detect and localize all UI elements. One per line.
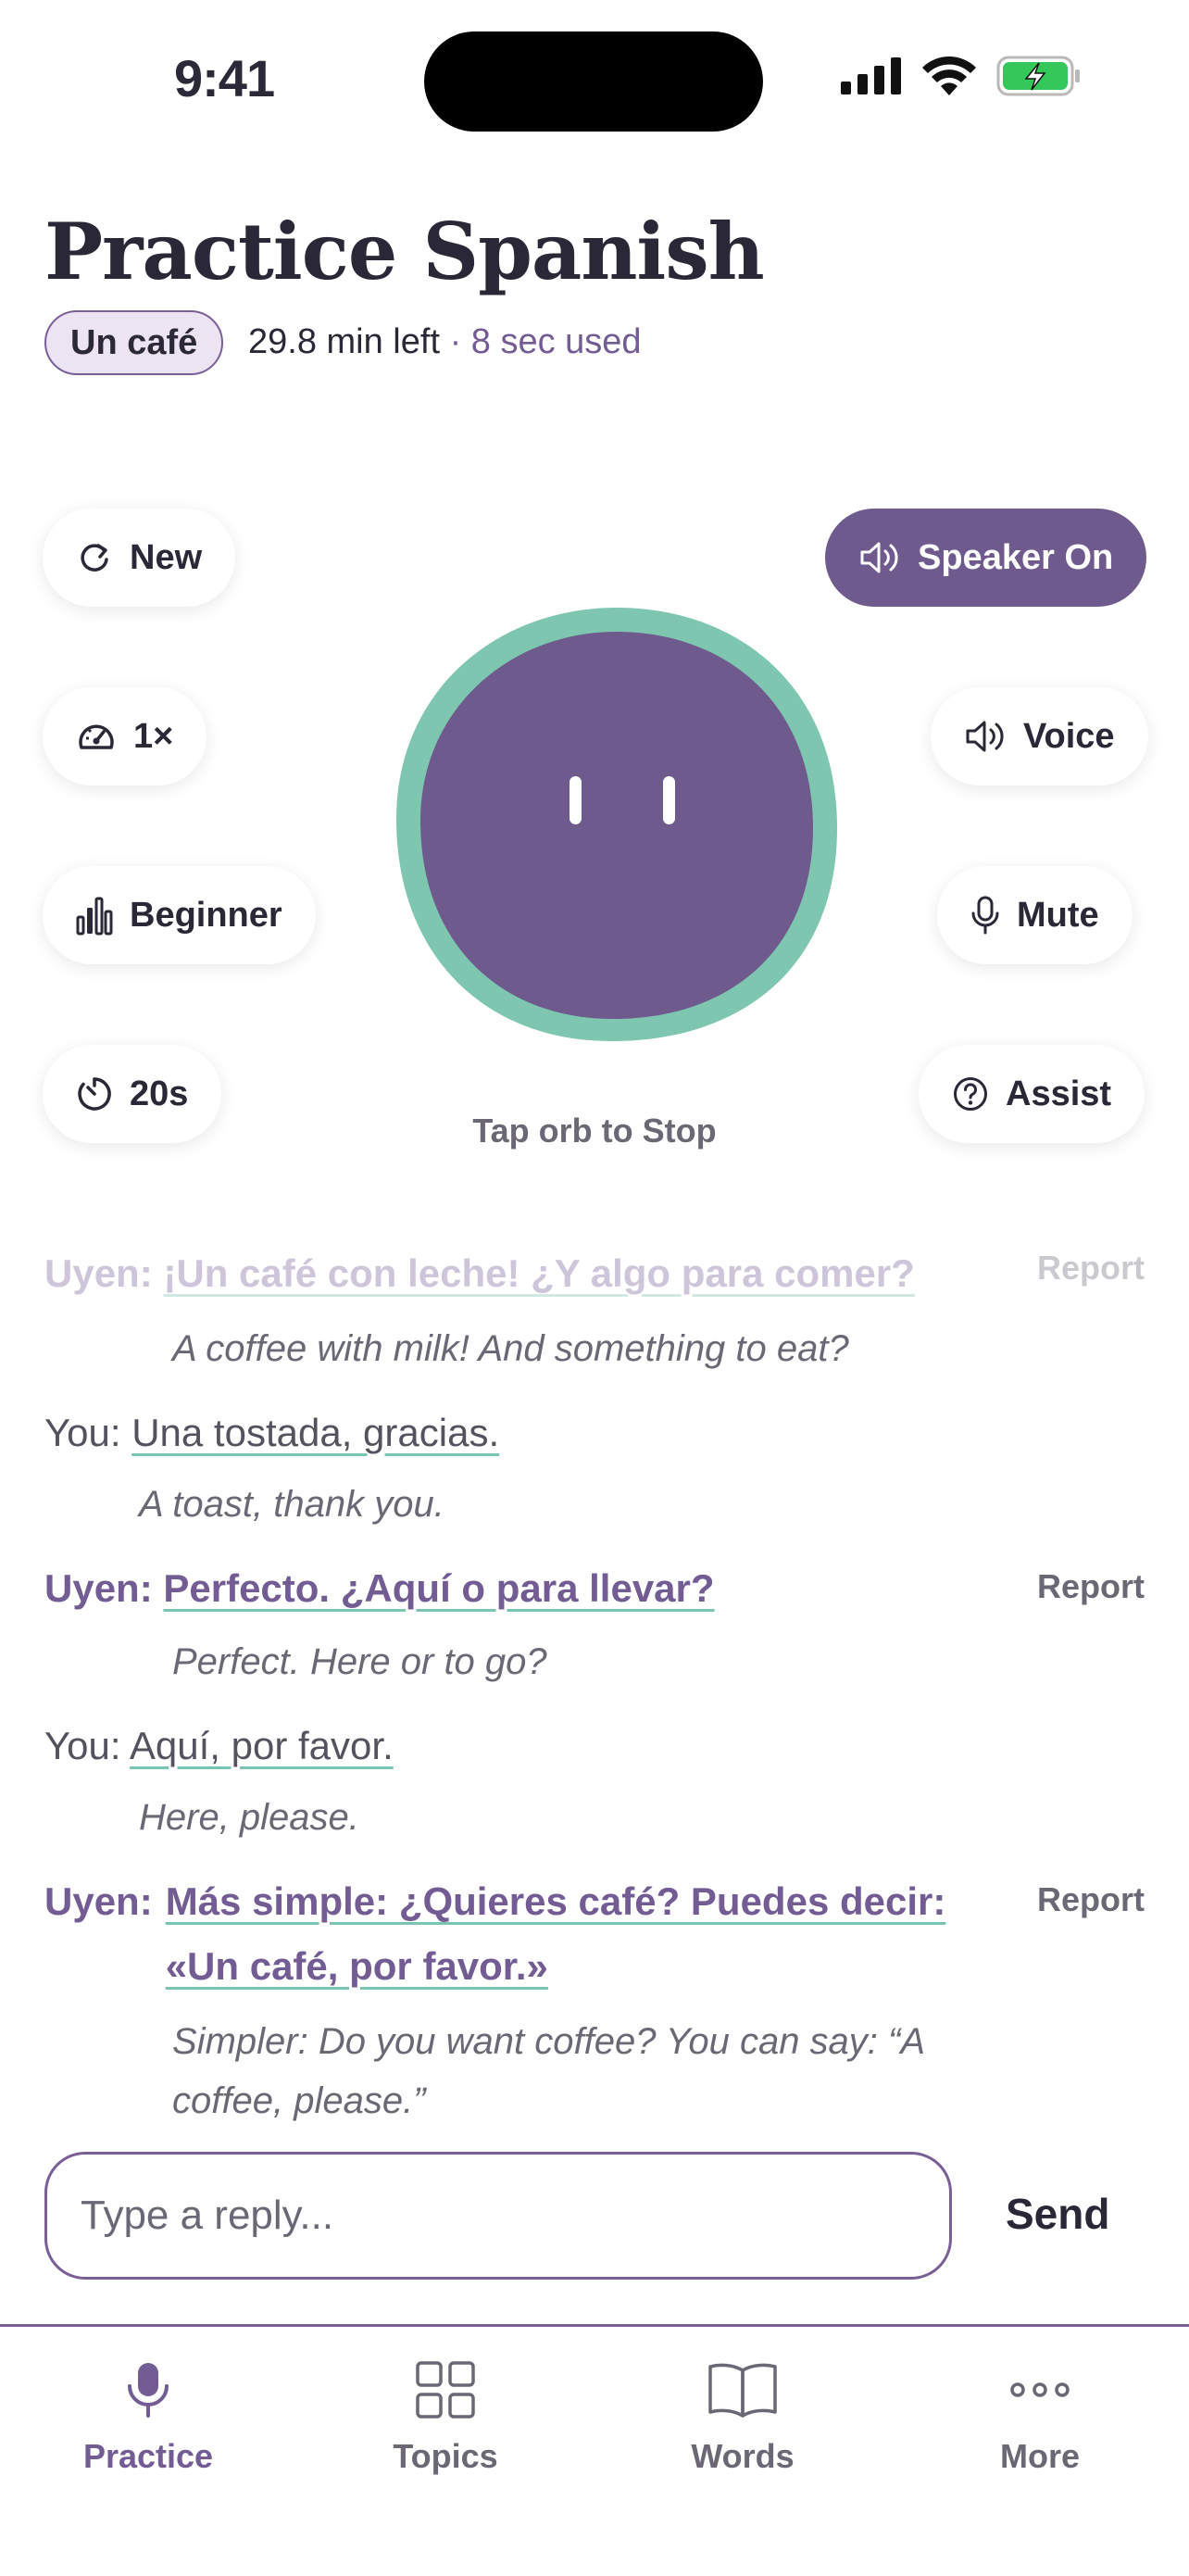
tab-words[interactable]: Words [641, 2357, 845, 2476]
tutor-message: Uyen: Más simple: ¿Quieres café? Puedes … [44, 1869, 1008, 1999]
level-button[interactable]: Beginner [43, 866, 316, 964]
tab-label: Topics [393, 2437, 498, 2475]
session-time-info: 29.8 min left · 8 sec used [248, 322, 642, 362]
speaker-label: Speaker On [918, 537, 1114, 577]
translation: Perfect. Here or to go? [172, 1641, 547, 1682]
speaker-icon [966, 721, 1004, 752]
timer-label: 20s [130, 1074, 189, 1113]
message-text[interactable]: Perfecto. ¿Aquí o para llevar? [163, 1566, 714, 1610]
tab-practice[interactable]: Practice [46, 2357, 250, 2476]
refresh-icon [81, 544, 108, 572]
separator: · [449, 322, 462, 361]
speed-button[interactable]: 1× [43, 687, 207, 785]
speaker-icon [860, 542, 898, 573]
assist-label: Assist [1006, 1074, 1112, 1113]
status-time: 9:41 [174, 49, 275, 107]
mute-button[interactable]: Mute [937, 866, 1133, 964]
message-text[interactable]: Una tostada, gracias. [131, 1411, 499, 1454]
cellular-signal-icon [841, 57, 901, 94]
orb-hint: Tap orb to Stop [472, 1112, 717, 1150]
speed-label: 1× [133, 716, 174, 756]
new-label: New [130, 537, 203, 577]
timer-icon [78, 1077, 111, 1111]
voice-orb[interactable] [393, 604, 841, 1045]
tab-topics[interactable]: Topics [344, 2357, 547, 2476]
time-left: 29.8 min left [248, 322, 440, 361]
speaker-name: Uyen: [44, 1566, 153, 1610]
page-title: Practice Spanish [44, 206, 765, 297]
message-text[interactable]: ¡Un café con leche! ¿Y algo para comer? [163, 1251, 914, 1295]
tab-label: More [999, 2437, 1080, 2475]
book-icon [708, 2363, 777, 2418]
translation: Simpler: Do you want coffee? You can say… [172, 2021, 924, 2121]
orb-eye-right [663, 776, 675, 824]
message-text[interactable]: Más simple: ¿Quieres café? Puedes decir:… [166, 1869, 962, 1999]
tutor-message: Uyen: Perfecto. ¿Aquí o para llevar? [44, 1556, 1008, 1621]
message-text[interactable]: Aquí, por favor. [130, 1724, 394, 1767]
topic-badge[interactable]: Un café [44, 310, 224, 375]
status-icons [841, 56, 1082, 96]
new-conversation-button[interactable]: New [43, 509, 236, 607]
speaker-name: Uyen: [44, 1879, 153, 1923]
bar-chart-icon [76, 897, 113, 936]
tab-label: Practice [82, 2437, 214, 2475]
user-message: You: Una tostada, gracias. [44, 1401, 1146, 1465]
ellipsis-icon [1010, 2382, 1070, 2397]
voice-button[interactable]: Voice [931, 687, 1148, 785]
translation: A coffee with milk! And something to eat… [172, 1328, 849, 1369]
report-button[interactable]: Report [1037, 1880, 1145, 1919]
wifi-icon [922, 57, 976, 95]
time-used: 8 sec used [470, 322, 642, 361]
speaker-name: You: [44, 1724, 121, 1767]
speaker-name: Uyen: [44, 1251, 153, 1295]
user-message: You: Aquí, por favor. [44, 1714, 1146, 1778]
speaker-toggle-button[interactable]: Speaker On [825, 509, 1147, 607]
orb-body [420, 632, 813, 1019]
speaker-name: You: [44, 1411, 121, 1454]
mute-label: Mute [1017, 895, 1099, 935]
microphone-icon [971, 896, 999, 935]
translation: A toast, thank you. [139, 1484, 444, 1525]
tab-label: Words [691, 2437, 795, 2475]
report-button[interactable]: Report [1037, 1249, 1145, 1288]
grid-icon [416, 2361, 475, 2419]
translation: Here, please. [139, 1797, 359, 1838]
orb-eye-left [569, 776, 582, 824]
report-button[interactable]: Report [1037, 1567, 1145, 1606]
tutor-message: Uyen: ¡Un café con leche! ¿Y algo para c… [44, 1241, 1008, 1306]
reply-input[interactable]: Type a reply... [44, 2152, 952, 2280]
send-button[interactable]: Send [1006, 2189, 1109, 2239]
voice-label: Voice [1023, 716, 1115, 756]
mic-icon [128, 2363, 169, 2418]
question-circle-icon [954, 1077, 987, 1111]
speedometer-icon [79, 724, 114, 749]
tab-more[interactable]: More [938, 2357, 1142, 2476]
battery-charging-icon [996, 56, 1080, 96]
level-label: Beginner [130, 895, 282, 935]
dynamic-island [424, 31, 763, 132]
